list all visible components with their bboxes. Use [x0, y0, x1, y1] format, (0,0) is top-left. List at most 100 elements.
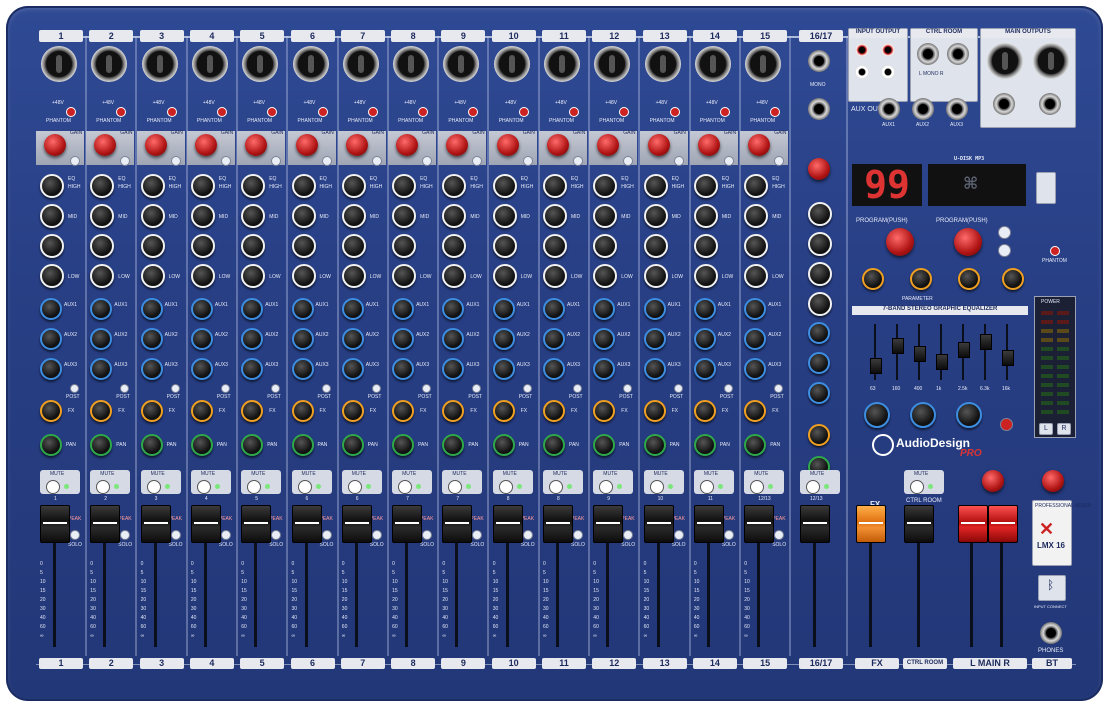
mute-button[interactable] — [297, 480, 312, 494]
eq-high-knob[interactable] — [140, 174, 165, 198]
fx-send-knob[interactable] — [643, 400, 666, 422]
mute-button[interactable] — [196, 480, 211, 494]
solo-button[interactable] — [623, 530, 634, 540]
fx-send-knob[interactable] — [291, 400, 314, 422]
mute-button[interactable] — [398, 480, 413, 494]
mute-button[interactable] — [146, 480, 161, 494]
channel-fader[interactable] — [40, 505, 70, 543]
mute-button[interactable] — [498, 480, 513, 494]
eq-high-knob[interactable] — [190, 174, 215, 198]
aux2-knob[interactable] — [442, 328, 465, 350]
eq-low-knob[interactable] — [744, 264, 769, 288]
eq-low-knob[interactable] — [593, 264, 618, 288]
mute-button[interactable] — [347, 480, 362, 494]
solo-button[interactable] — [271, 530, 282, 540]
hpf-button[interactable] — [723, 156, 734, 166]
fx-send-knob[interactable] — [392, 400, 415, 422]
fx-param-knob-2[interactable] — [910, 268, 932, 290]
pan-knob[interactable] — [40, 434, 62, 456]
phantom-switch[interactable] — [66, 107, 76, 117]
fx-send-knob[interactable] — [593, 400, 616, 422]
eq-low-knob[interactable] — [543, 264, 567, 288]
channel-fader[interactable] — [241, 505, 272, 543]
gain-knob[interactable] — [345, 134, 368, 156]
aux2-knob[interactable] — [291, 328, 314, 350]
mute-button[interactable] — [549, 480, 563, 494]
channel-fader[interactable] — [643, 505, 674, 543]
phones-level-knob[interactable] — [1042, 470, 1064, 492]
eq-midlow-knob[interactable] — [291, 234, 316, 258]
phantom-switch[interactable] — [216, 107, 227, 117]
aux1-out-jack[interactable] — [878, 98, 900, 120]
xlr-combo-input[interactable] — [493, 46, 530, 82]
aux3-knob[interactable] — [40, 358, 62, 380]
rca-in-r[interactable] — [855, 43, 869, 57]
aux3-knob[interactable] — [492, 358, 515, 380]
phantom-switch[interactable] — [367, 107, 378, 117]
solo-button[interactable] — [573, 530, 583, 540]
hpf-button[interactable] — [70, 156, 80, 166]
aux2-knob[interactable] — [190, 328, 213, 350]
xlr-combo-input[interactable] — [91, 46, 128, 82]
aux1-knob[interactable] — [643, 298, 666, 320]
rca-in-l[interactable] — [855, 65, 869, 79]
channel-fader[interactable] — [341, 505, 372, 543]
hpf-button[interactable] — [220, 156, 231, 166]
eq-midhigh-knob[interactable] — [744, 204, 769, 228]
phantom-switch[interactable] — [719, 107, 730, 117]
fx-param-knob-3[interactable] — [958, 268, 980, 290]
channel-fader[interactable] — [492, 505, 523, 543]
geq-slider-1k[interactable] — [936, 354, 948, 370]
fx-send-knob[interactable] — [90, 400, 113, 422]
eq-high-knob[interactable] — [593, 174, 618, 198]
fx-fader[interactable] — [856, 505, 886, 543]
phantom-switch[interactable] — [317, 107, 328, 117]
aux3-knob[interactable] — [341, 358, 364, 380]
pre-post-button[interactable] — [472, 384, 482, 393]
pan-knob[interactable] — [744, 434, 767, 456]
solo-button[interactable] — [774, 530, 785, 540]
eq-midlow-knob[interactable] — [492, 234, 517, 258]
fx-param-knob-4[interactable] — [1002, 268, 1024, 290]
channel-fader[interactable] — [543, 505, 573, 543]
aux2-knob[interactable] — [241, 328, 264, 350]
eq-midlow-knob[interactable] — [341, 234, 366, 258]
eq-high-knob[interactable] — [241, 174, 266, 198]
gain-knob[interactable] — [44, 134, 66, 156]
eq-low-knob[interactable] — [291, 264, 316, 288]
fx-send-knob[interactable] — [140, 400, 163, 422]
pan-knob[interactable] — [643, 434, 666, 456]
mute-button[interactable] — [750, 480, 765, 494]
phantom-switch[interactable] — [267, 107, 278, 117]
geq-slider-400[interactable] — [914, 346, 926, 362]
xlr-combo-input[interactable] — [393, 46, 430, 82]
aux3-knob[interactable] — [693, 358, 716, 380]
aux2-knob[interactable] — [140, 328, 163, 350]
aux1-knob[interactable] — [392, 298, 415, 320]
fx-send-knob[interactable] — [744, 400, 767, 422]
channel-fader[interactable] — [392, 505, 423, 543]
pre-post-button[interactable] — [673, 384, 683, 393]
pan-knob[interactable] — [241, 434, 264, 456]
solo-button[interactable] — [120, 530, 131, 540]
aux3-knob[interactable] — [392, 358, 415, 380]
eq-midhigh-knob[interactable] — [643, 204, 668, 228]
aux1-knob[interactable] — [593, 298, 616, 320]
eq-midhigh-knob[interactable] — [40, 204, 64, 228]
main-out-jack-l[interactable] — [993, 93, 1015, 115]
aux2-knob[interactable] — [693, 328, 716, 350]
eq-midlow-knob[interactable] — [593, 234, 618, 258]
fx-send-knob[interactable] — [190, 400, 213, 422]
pan-knob[interactable] — [341, 434, 364, 456]
rca-out-l[interactable] — [881, 65, 895, 79]
pre-post-button[interactable] — [774, 384, 784, 393]
mute-button[interactable] — [649, 480, 664, 494]
aux2-knob[interactable] — [392, 328, 415, 350]
phantom-switch[interactable] — [116, 107, 127, 117]
stereo-mute-button[interactable] — [806, 480, 820, 494]
xlr-combo-input[interactable] — [191, 46, 228, 82]
eq-midhigh-knob[interactable] — [593, 204, 618, 228]
pan-knob[interactable] — [90, 434, 113, 456]
pan-knob[interactable] — [190, 434, 213, 456]
ctrl-room-jack-r[interactable] — [947, 43, 969, 65]
